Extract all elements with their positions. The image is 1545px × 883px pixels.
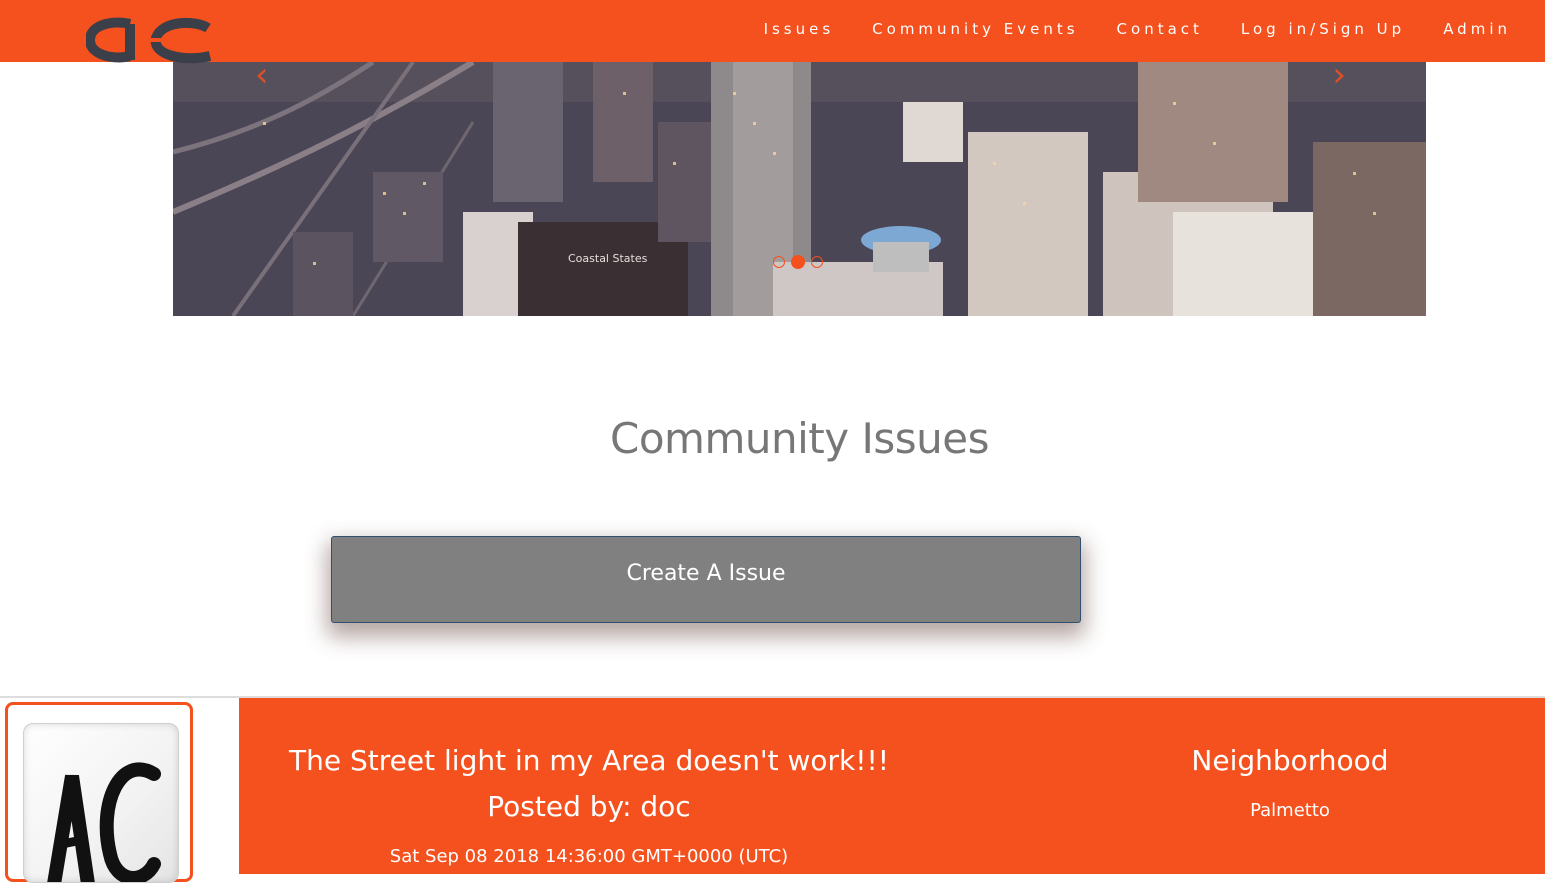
nav-link-login-signup[interactable]: Log in/Sign Up: [1203, 20, 1405, 38]
issue-thumbnail-wrapper: [0, 698, 239, 883]
carousel-indicator-1[interactable]: [773, 256, 785, 268]
create-issue-button[interactable]: Create A Issue: [331, 536, 1081, 623]
neighborhood-label: Neighborhood: [1191, 744, 1389, 777]
issue-card[interactable]: The Street light in my Area doesn't work…: [0, 698, 1545, 883]
carousel-indicators: [773, 255, 823, 269]
city-skyline-image: Coastal States: [173, 62, 1426, 316]
chevron-left-icon: ‹: [255, 62, 269, 95]
carousel-indicator-3[interactable]: [811, 256, 823, 268]
nav-link-contact[interactable]: Contact: [1079, 20, 1203, 38]
carousel-prev-button[interactable]: ‹: [255, 62, 295, 92]
issue-thumbnail-frame: [5, 702, 193, 883]
neighborhood-value: Palmetto: [1250, 800, 1330, 821]
page-title: Community Issues: [610, 414, 989, 463]
chevron-right-icon: ›: [1332, 62, 1346, 95]
issue-thumbnail-image: [23, 723, 179, 883]
hero-carousel[interactable]: Coastal States ‹ ›: [173, 62, 1426, 316]
issue-title[interactable]: The Street light in my Area doesn't work…: [240, 744, 938, 777]
nav-link-admin[interactable]: Admin: [1405, 20, 1511, 38]
issue-date: Sat Sep 08 2018 14:36:00 GMT+0000 (UTC): [389, 846, 789, 867]
navbar: Issues Community Events Contact Log in/S…: [0, 0, 1545, 64]
site-logo[interactable]: [86, 16, 214, 64]
ac-logo-icon: [47, 762, 161, 882]
carousel-next-button[interactable]: ›: [1306, 62, 1346, 92]
nav-link-community-events[interactable]: Community Events: [834, 20, 1078, 38]
carousel-indicator-2[interactable]: [791, 255, 805, 269]
nav-links: Issues Community Events Contact Log in/S…: [726, 20, 1511, 38]
nav-link-issues[interactable]: Issues: [726, 20, 835, 38]
issue-posted-by: Posted by: doc: [487, 790, 691, 823]
coastal-states-sign: Coastal States: [568, 252, 648, 265]
